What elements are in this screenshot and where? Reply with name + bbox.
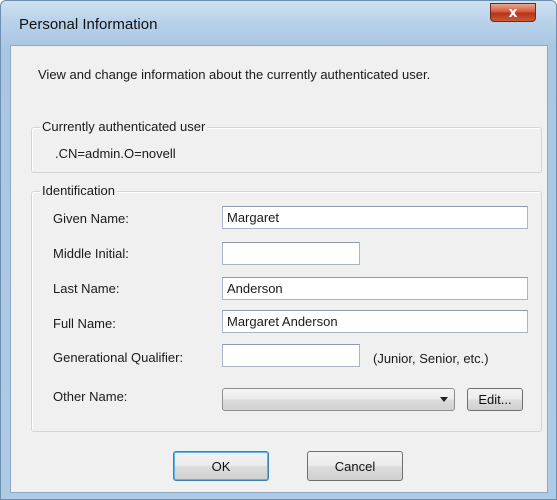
- last-name-field[interactable]: Anderson: [222, 277, 528, 300]
- last-name-label: Last Name:: [53, 281, 120, 296]
- intro-text: View and change information about the cu…: [38, 67, 431, 82]
- generational-qualifier-field[interactable]: [222, 344, 360, 367]
- given-name-label: Given Name:: [53, 211, 129, 226]
- generational-qualifier-label: Generational Qualifier:: [53, 350, 184, 365]
- personal-information-dialog: Personal Information x View and change i…: [0, 0, 557, 500]
- cancel-button[interactable]: Cancel: [307, 451, 403, 481]
- dialog-body: View and change information about the cu…: [10, 45, 548, 493]
- edit-button[interactable]: Edit...: [467, 388, 523, 411]
- middle-initial-field[interactable]: [222, 242, 360, 265]
- other-name-label: Other Name:: [53, 389, 128, 404]
- given-name-field[interactable]: Margaret: [222, 206, 528, 229]
- dropdown-arrow-icon: [440, 397, 448, 402]
- close-button[interactable]: x: [490, 3, 536, 22]
- full-name-field[interactable]: Margaret Anderson: [222, 310, 528, 333]
- middle-initial-label: Middle Initial:: [53, 246, 129, 261]
- generational-qualifier-hint: (Junior, Senior, etc.): [373, 351, 489, 366]
- full-name-label: Full Name:: [53, 316, 116, 331]
- window-title: Personal Information: [19, 16, 158, 33]
- current-user-legend: Currently authenticated user: [40, 119, 208, 134]
- close-icon: x: [508, 4, 518, 21]
- other-name-dropdown[interactable]: [222, 388, 455, 411]
- authenticated-user-value: .CN=admin.O=novell: [55, 146, 176, 161]
- ok-button[interactable]: OK: [173, 451, 269, 481]
- identification-legend: Identification: [40, 183, 117, 198]
